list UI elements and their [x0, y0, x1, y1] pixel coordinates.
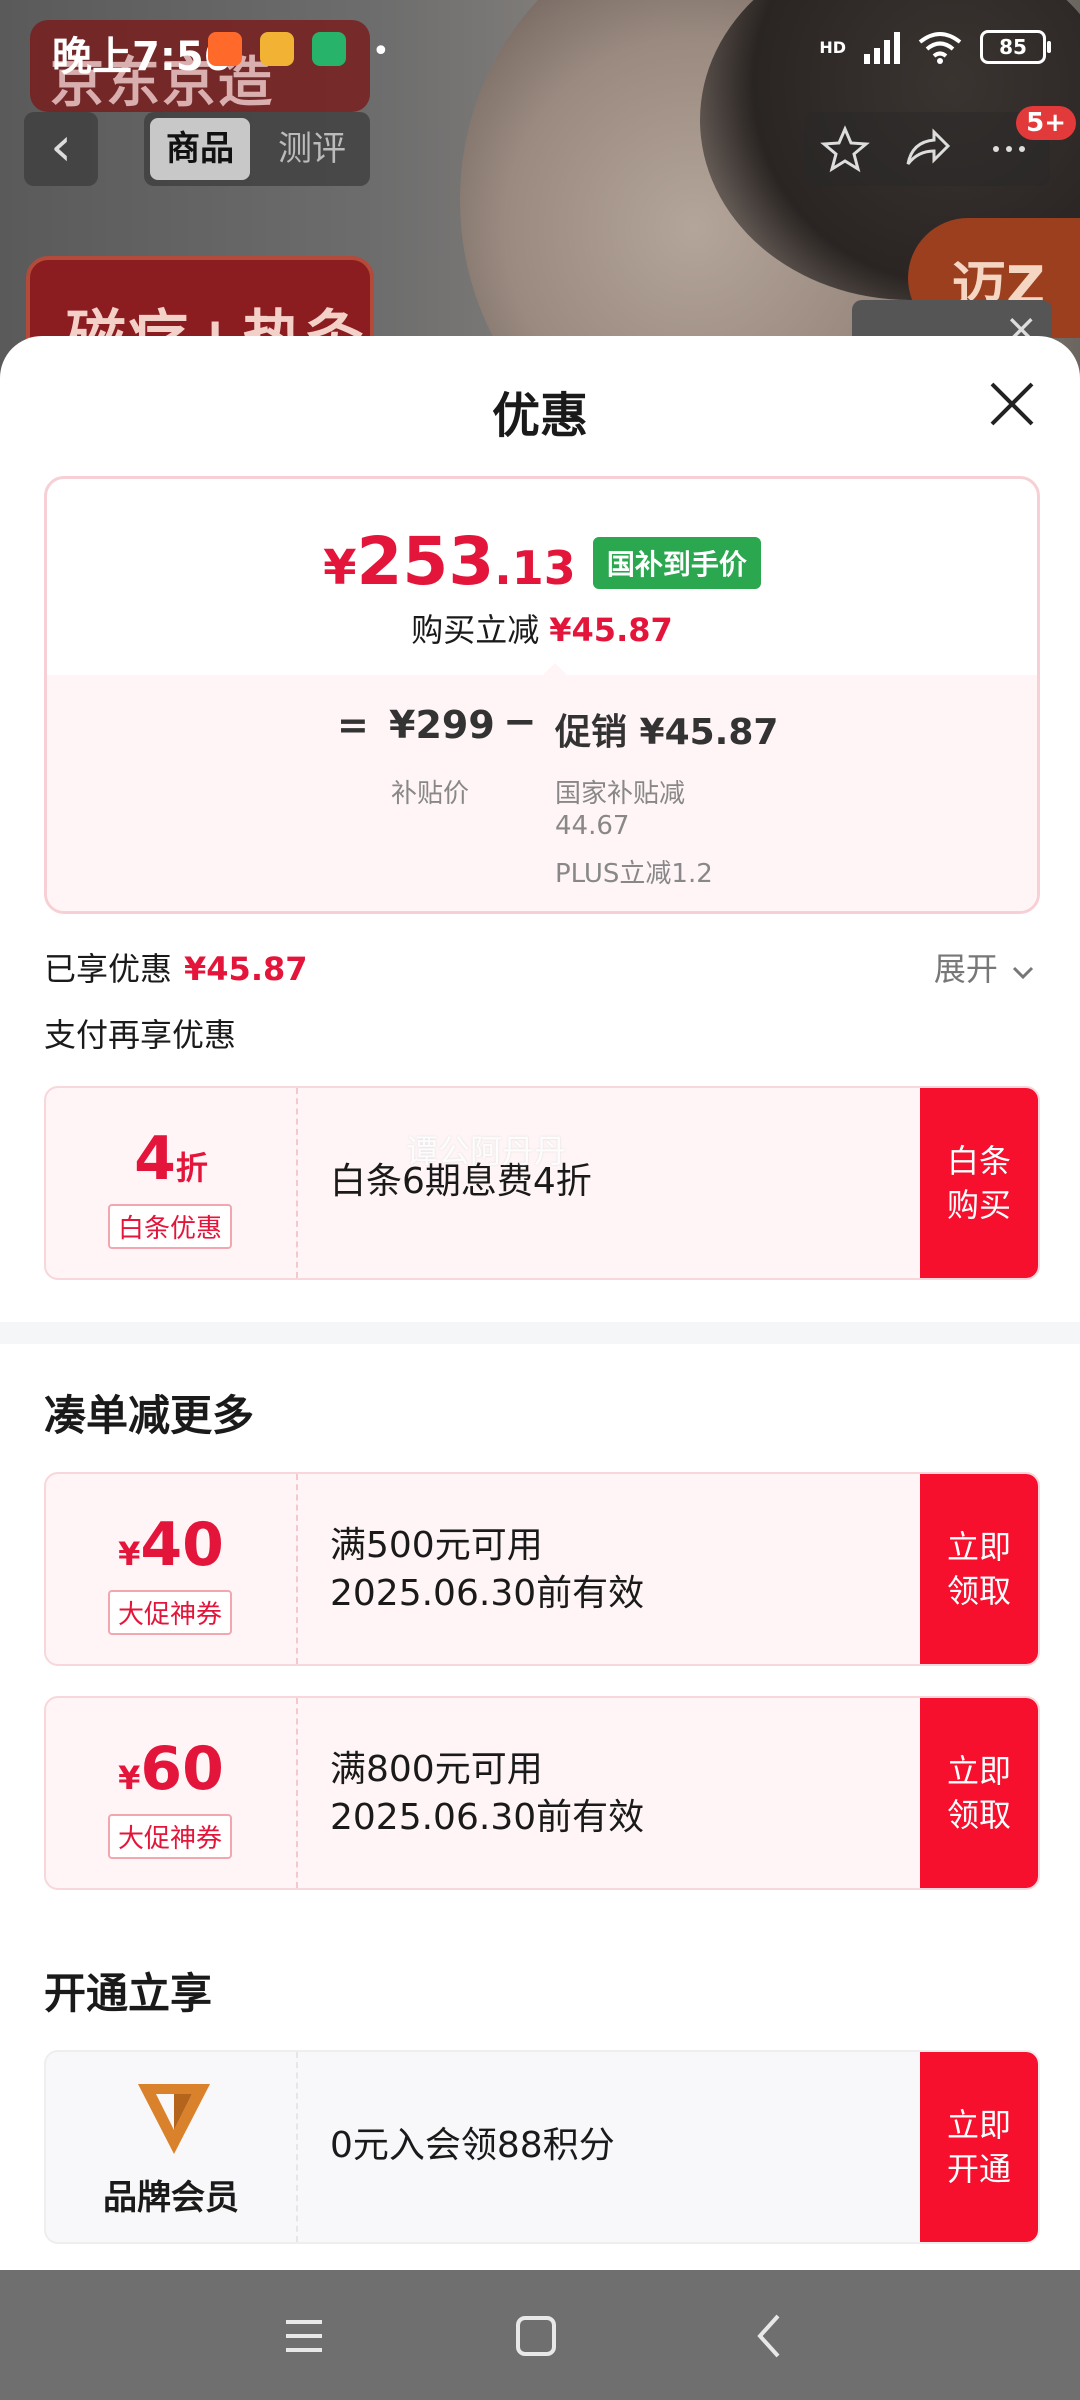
open-membership-button[interactable]: 立即 开通 — [920, 2052, 1038, 2242]
menu-icon[interactable] — [274, 2306, 334, 2366]
system-nav-bar — [0, 2270, 1080, 2400]
enjoyed-discount: 已享优惠 ¥45.87 — [44, 950, 308, 988]
notification-icons — [208, 32, 346, 66]
tab-product[interactable]: 商品 — [150, 118, 250, 180]
membership-description: 0元入会领88积分 — [330, 2125, 615, 2166]
notes-app-icon — [260, 32, 294, 66]
price-formula: = ¥299 − 促销 ¥45.87 补贴价 国家补贴减 44.67 PLUS立… — [47, 675, 1037, 911]
section-title-more: 凑单减更多 — [44, 1391, 255, 1440]
hd-indicator: HD — [819, 37, 846, 57]
tab-review[interactable]: 测评 — [262, 118, 362, 180]
reduce-line: 购买立减 ¥45.87 — [411, 611, 673, 649]
taobao-app-icon — [208, 32, 242, 66]
status-time: 晚上7:56 — [52, 34, 232, 80]
final-price: ¥253.13 国补到手价 — [47, 523, 1037, 600]
home-square-icon[interactable] — [506, 2306, 566, 2366]
section-title-open: 开通立享 — [44, 1969, 213, 2018]
back-button[interactable]: ‹ — [24, 112, 98, 186]
watermark-text: 谭公阿丹丹 — [406, 1132, 567, 1170]
star-icon[interactable] — [820, 124, 870, 174]
subsidy-price: ¥299 — [389, 703, 495, 747]
baitiao-buy-button[interactable]: 白条 购买 — [920, 1088, 1038, 1278]
promo-amount: 促销 ¥45.87 — [555, 712, 779, 753]
price-breakdown-card: ¥253.13 国补到手价 购买立减 ¥45.87 = ¥299 − 促销 ¥45… — [44, 476, 1040, 914]
security-app-icon — [312, 32, 346, 66]
brand-logo-icon — [138, 2084, 210, 2154]
membership-card: 品牌会员 0元入会领88积分 立即 开通 — [44, 2050, 1040, 2244]
page-tabs: 商品 测评 — [144, 112, 370, 186]
pay-more-label: 支付再享优惠 — [44, 1016, 237, 1054]
expand-button[interactable]: 展开 — [934, 944, 1034, 990]
coupon-description: 满800元可用 2025.06.30前有效 — [330, 1749, 645, 1838]
claim-coupon-button[interactable]: 立即 领取 — [920, 1698, 1038, 1888]
coupon-description: 满500元可用 2025.06.30前有效 — [330, 1525, 645, 1614]
battery-icon: 85 — [980, 30, 1051, 64]
chevron-down-icon — [1012, 966, 1034, 980]
status-bar: 晚上7:56 • HD 85 — [0, 0, 1080, 100]
message-count-badge: 5+ — [1016, 106, 1076, 140]
signal-icon — [864, 30, 900, 64]
close-icon[interactable] — [984, 376, 1040, 432]
coupon-card: ¥40 大促神券 满500元可用 2025.06.30前有效 立即 领取 — [44, 1472, 1040, 1666]
coupon-card: ¥60 大促神券 满800元可用 2025.06.30前有效 立即 领取 — [44, 1696, 1040, 1890]
sheet-title: 优惠 — [491, 388, 588, 444]
subsidy-price-tag: 国补到手价 — [592, 537, 761, 589]
back-chevron-icon[interactable] — [740, 2306, 800, 2366]
discount-sheet: 优惠 ¥253.13 国补到手价 购买立减 ¥45.87 = ¥299 − 促销 … — [0, 336, 1080, 2270]
claim-coupon-button[interactable]: 立即 领取 — [920, 1474, 1038, 1664]
top-action-bar — [804, 112, 1050, 186]
coupon-type-chip: 大促神券 — [108, 1814, 233, 1859]
brand-member-label: 品牌会员 — [103, 2178, 239, 2218]
offer-type-chip: 白条优惠 — [108, 1204, 233, 1249]
share-icon[interactable] — [902, 124, 952, 174]
baitiao-offer-card: 4折 白条优惠 白条6期息费4折 白条 购买 — [44, 1086, 1040, 1280]
wifi-icon — [918, 32, 962, 64]
coupon-type-chip: 大促神券 — [108, 1590, 233, 1635]
